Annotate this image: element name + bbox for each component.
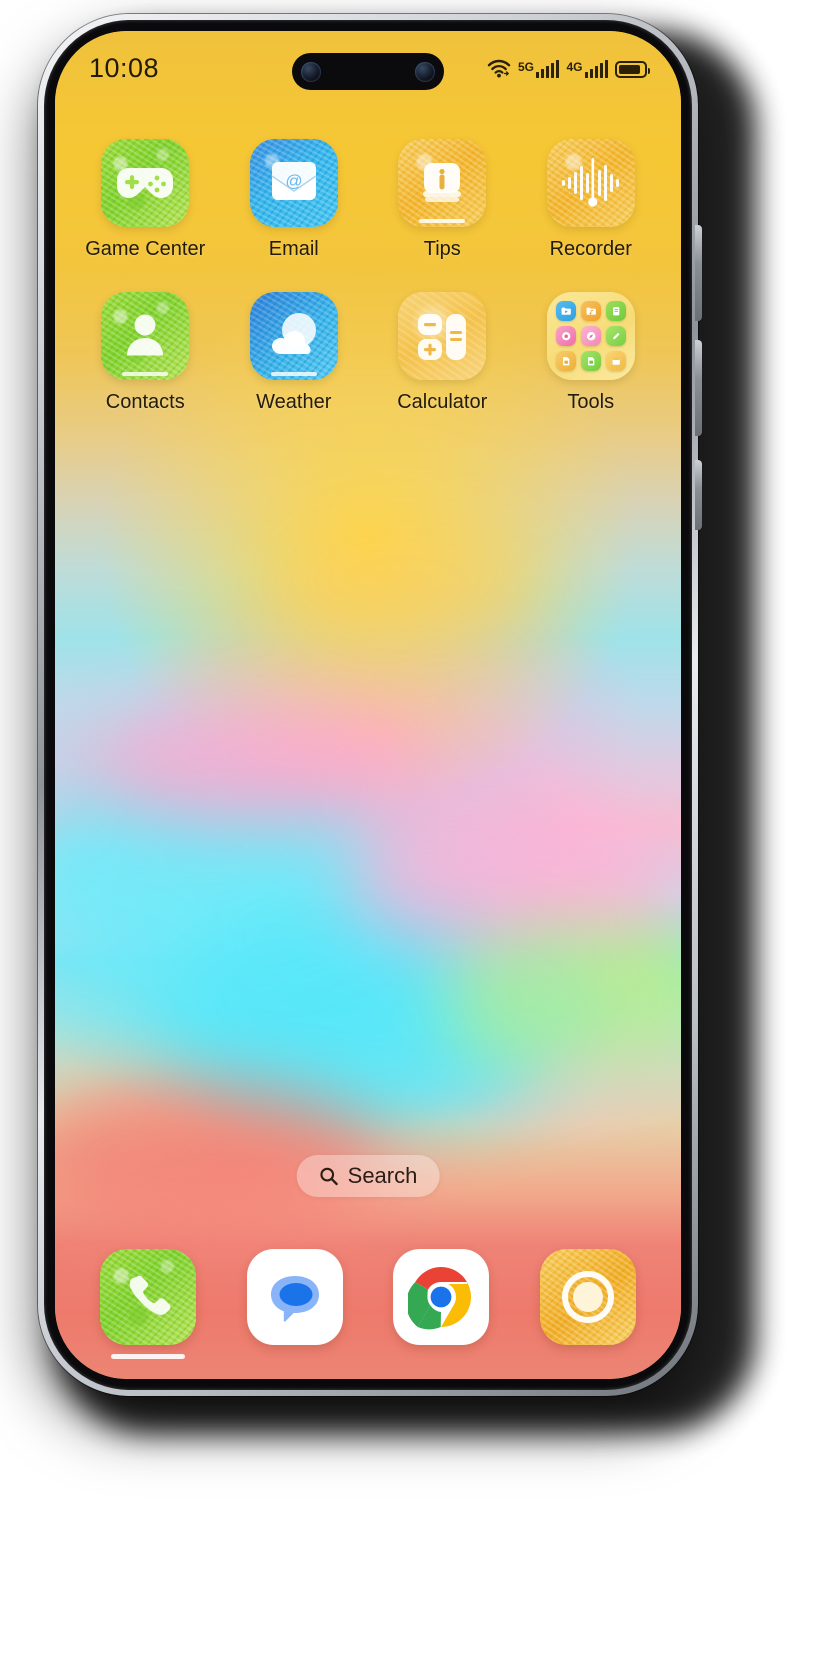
game-center-icon-tile — [101, 139, 190, 227]
calculator-icon — [398, 292, 486, 380]
wallpaper-blob — [267, 516, 544, 638]
app-label: Email — [268, 238, 319, 260]
app-grid: Game Center @ Email Tips Recorder Contac… — [55, 139, 681, 445]
app-label: Recorder — [549, 238, 632, 260]
app-calculator[interactable]: Calculator — [383, 292, 501, 413]
app-label: Game Center — [85, 238, 206, 260]
gamepad-icon — [101, 139, 189, 227]
battery-fill — [619, 64, 640, 74]
app-label: Contacts — [105, 391, 185, 413]
phone-icon-tile — [100, 1249, 197, 1345]
search-icon — [319, 1166, 339, 1186]
email-icon-tile: @ — [249, 139, 338, 227]
app-tips[interactable]: Tips — [383, 139, 501, 260]
app-game-center[interactable]: Game Center — [85, 139, 206, 260]
signal-4g-icon: 4G — [566, 59, 608, 78]
weather-icon-tile — [249, 292, 338, 380]
status-icon-group: 5G 4G — [487, 59, 650, 78]
info-card-icon — [398, 139, 486, 227]
camera-notch-pill — [292, 53, 444, 90]
recorder-icon-tile — [546, 139, 635, 227]
status-clock: 10:08 — [89, 52, 160, 83]
app-weather[interactable]: Weather — [235, 292, 353, 413]
message-bubble-icon — [247, 1249, 343, 1345]
memo-icon — [605, 326, 626, 346]
search-placeholder: Search — [347, 1163, 418, 1188]
app-email[interactable]: @ Email — [235, 139, 353, 260]
dock-app-phone[interactable] — [89, 1249, 207, 1359]
video-folder-icon — [555, 301, 576, 321]
app-label: Calculator — [397, 391, 488, 413]
signal-4g-bars — [584, 59, 608, 78]
envelope-at-icon: @ — [250, 139, 338, 227]
dock-app-messages[interactable] — [236, 1249, 354, 1345]
search-bar[interactable]: Search — [296, 1155, 440, 1197]
sim1-icon — [555, 351, 576, 371]
app-download-indicator — [419, 219, 466, 223]
app-row-1: Game Center @ Email Tips Recorder — [55, 139, 681, 260]
home-indicator — [111, 1354, 186, 1359]
front-camera-lens-right — [415, 61, 435, 82]
wallpaper-blob — [80, 705, 419, 827]
app-recorder[interactable]: Recorder — [532, 139, 650, 260]
phone-icon — [100, 1249, 196, 1345]
volume-up-button[interactable] — [695, 225, 702, 321]
app-download-indicator — [122, 372, 169, 376]
app-row-2: Contacts Weather Calculator Tools — [55, 292, 681, 413]
app-folder-tools[interactable]: Tools — [532, 292, 650, 413]
dock-app-camera[interactable] — [529, 1249, 647, 1345]
volume-down-button[interactable] — [695, 340, 702, 436]
dock-app-chrome[interactable] — [382, 1249, 500, 1345]
record-icon — [555, 326, 576, 346]
signal-4g-label: 4G — [566, 59, 583, 74]
person-icon — [101, 292, 189, 380]
signal-5g-bars — [535, 59, 560, 78]
dock — [55, 1249, 681, 1359]
music-folder-icon — [580, 301, 601, 321]
contacts-icon-tile — [101, 292, 190, 380]
app-contacts[interactable]: Contacts — [86, 292, 204, 413]
tools-folder-tile — [546, 292, 635, 380]
app-label: Weather — [256, 391, 332, 413]
phone-screen: 10:08 5G 4G Game Center @ Email Tips Rec… — [55, 31, 681, 1379]
camera-ring-icon — [540, 1249, 636, 1345]
signal-5g-label: 5G — [517, 59, 534, 74]
app-label: Tips — [423, 238, 461, 260]
app-download-indicator — [270, 372, 317, 376]
power-button[interactable] — [695, 460, 702, 530]
folder-mini-grid — [555, 301, 626, 371]
tips-icon-tile — [398, 139, 487, 227]
calendar-icon — [605, 351, 626, 371]
sim2-icon — [580, 351, 601, 371]
messages-icon-tile — [246, 1249, 343, 1345]
chrome-icon-tile — [393, 1249, 490, 1345]
compass-icon — [580, 326, 601, 346]
calculator-icon-tile — [398, 292, 487, 380]
camera-icon-tile — [539, 1249, 636, 1345]
signal-5g-icon: 5G — [517, 59, 560, 78]
chrome-icon — [393, 1249, 489, 1345]
notes-icon — [605, 301, 626, 321]
app-label: Tools — [567, 391, 615, 413]
sun-cloud-icon — [250, 292, 338, 380]
waveform-icon — [547, 139, 635, 227]
screenshot-stage: 10:08 5G 4G Game Center @ Email Tips Rec… — [0, 0, 834, 1677]
front-camera-lens-left — [301, 61, 321, 82]
battery-icon — [615, 60, 650, 78]
wifi-icon — [487, 59, 511, 78]
